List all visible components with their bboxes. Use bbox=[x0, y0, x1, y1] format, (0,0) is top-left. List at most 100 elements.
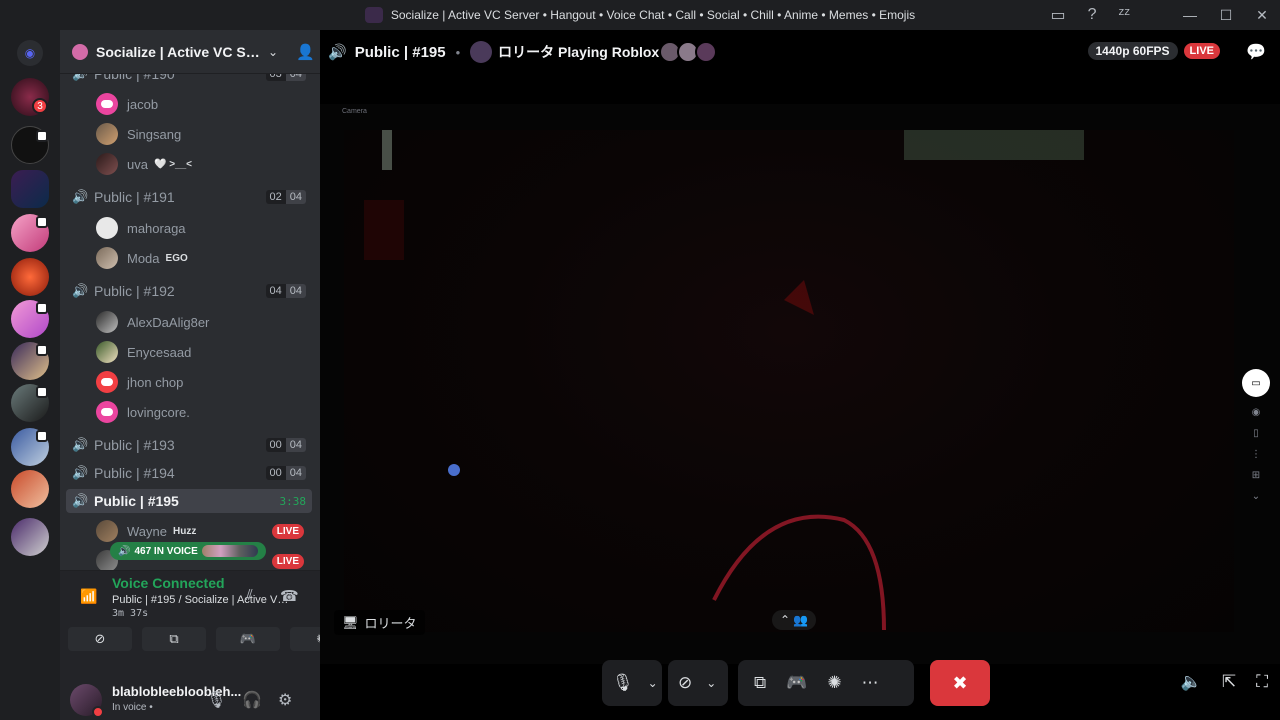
channel-timer: 3:38 bbox=[279, 494, 307, 508]
show-participants-toggle[interactable]: ⌃ 👥 bbox=[772, 610, 817, 630]
fullscreen-icon[interactable]: ⛶ bbox=[1256, 672, 1268, 692]
voice-user[interactable]: Singsang bbox=[96, 120, 312, 148]
server-header[interactable]: Socialize | Active VC Server ⌄ 👤 bbox=[60, 30, 320, 74]
voice-channel-193[interactable]: 🔊 Public | #193 00 04 bbox=[66, 433, 312, 457]
voice-channel-195[interactable]: 🔊 Public | #195 3:38 bbox=[66, 489, 312, 513]
voice-channel-link[interactable]: Public | #195 / Socialize | Active VC... bbox=[112, 594, 292, 606]
avatar-stack bbox=[201, 545, 258, 557]
speaker-icon: 🔊 bbox=[72, 283, 89, 298]
voice-connection-panel: 📶 Voice Connected Public | #195 / Social… bbox=[60, 570, 320, 678]
side-toolbar: ▭ ◉ ▯ ⋮ ⊞ ⌄ bbox=[1242, 369, 1270, 502]
server-icon[interactable] bbox=[11, 258, 49, 296]
mic-control-group: 🎙 ⌄ bbox=[602, 660, 662, 706]
server-folder-icon[interactable] bbox=[11, 518, 49, 556]
user-limit-counter: 00 04 bbox=[265, 466, 306, 480]
grid-icon[interactable]: ⊞ bbox=[1252, 470, 1260, 481]
voice-user[interactable]: jhon chop bbox=[96, 368, 312, 396]
activity-status: ロリータ Playing Roblox bbox=[498, 44, 660, 60]
server-icon[interactable] bbox=[11, 470, 49, 508]
voice-user[interactable]: lovingcore. bbox=[96, 398, 312, 426]
voice-user[interactable]: Moda EGO bbox=[96, 244, 312, 272]
close-window-button[interactable]: ✕ bbox=[1244, 0, 1280, 30]
server-icon-active[interactable] bbox=[11, 170, 49, 208]
voice-user[interactable]: mahoraga bbox=[96, 214, 312, 242]
voice-channel-192[interactable]: 🔊 Public | #192 04 04 bbox=[66, 279, 312, 303]
window-controls: — ☐ ✕ bbox=[1172, 0, 1280, 30]
chevron-down-icon[interactable]: ⌄ bbox=[706, 676, 716, 690]
record-icon[interactable]: ▭ bbox=[1242, 369, 1270, 397]
unread-indicator bbox=[36, 302, 48, 314]
disconnect-icon[interactable]: ☎ bbox=[280, 587, 299, 605]
avatar bbox=[96, 311, 118, 333]
avatar bbox=[96, 371, 118, 393]
microphone-icon[interactable]: 🎙 bbox=[206, 690, 226, 710]
voice-status[interactable]: Voice Connected bbox=[112, 575, 225, 591]
screen-share-icon[interactable]: ⧉ bbox=[754, 673, 766, 693]
user-limit: 04 bbox=[285, 284, 306, 298]
mention-badge: 3 bbox=[32, 98, 48, 114]
screen-icon: 🖥 bbox=[342, 614, 359, 630]
unread-indicator bbox=[36, 386, 48, 398]
soundboard-button[interactable]: ✺ bbox=[290, 627, 320, 651]
microphone-icon[interactable]: 🎙 bbox=[612, 673, 634, 693]
voice-user[interactable]: Wayne Huzz LIVE bbox=[96, 517, 312, 545]
avatar bbox=[96, 123, 118, 145]
activities-icon[interactable]: 🎮 bbox=[786, 673, 807, 693]
sleep-icon[interactable]: ᶻᶻ bbox=[1119, 6, 1130, 24]
channel-name: Public | #193 bbox=[94, 437, 175, 453]
disconnect-call-button[interactable]: ✖ bbox=[930, 660, 990, 706]
more-options-icon[interactable]: ⋯ bbox=[862, 673, 879, 693]
user-display-name[interactable]: blablobleebloobleh... bbox=[112, 684, 248, 699]
invite-people-icon[interactable]: 👤 bbox=[296, 43, 315, 61]
avatar bbox=[695, 41, 718, 63]
pop-out-icon[interactable]: ⇱ bbox=[1222, 672, 1236, 692]
voice-user[interactable]: Enycesaad bbox=[96, 338, 312, 366]
avatar bbox=[96, 217, 118, 239]
video-stream[interactable]: Camera 🖥 ロリータ ⌃ 👥 ▭ ◉ ▯ ⋮ ⊞ ⌄ bbox=[320, 104, 1280, 664]
user-count: 02 bbox=[265, 190, 286, 204]
streamer-avatar bbox=[470, 41, 493, 63]
volume-icon[interactable]: 🔈 bbox=[1181, 672, 1202, 692]
soundboard-icon[interactable]: ✺ bbox=[827, 673, 841, 693]
voice-channel-191[interactable]: 🔊 Public | #191 02 04 bbox=[66, 185, 312, 209]
voice-channel-194[interactable]: 🔊 Public | #194 00 04 bbox=[66, 461, 312, 485]
avatar bbox=[96, 341, 118, 363]
chevron-down-icon[interactable]: ⌄ bbox=[648, 676, 658, 690]
settings-gear-icon[interactable]: ⚙ bbox=[278, 690, 292, 710]
document-icon[interactable]: ▯ bbox=[1253, 428, 1259, 439]
camera-icon[interactable]: ◉ bbox=[1252, 407, 1261, 418]
in-voice-pill[interactable]: 🔊 467 IN VOICE bbox=[110, 542, 266, 560]
signal-icon[interactable]: 📶 bbox=[80, 588, 97, 605]
maximize-button[interactable]: ☐ bbox=[1208, 0, 1244, 30]
camera-off-button[interactable]: ⊘ bbox=[68, 627, 132, 651]
participant-avatars[interactable] bbox=[659, 41, 718, 63]
stream-name-tag: 🖥 ロリータ bbox=[334, 610, 425, 635]
unread-indicator bbox=[36, 344, 48, 356]
voice-user[interactable]: jacob bbox=[96, 90, 312, 118]
user-name: Wayne bbox=[127, 523, 167, 539]
title-bar: Socialize | Active VC Server • Hangout •… bbox=[0, 0, 1280, 30]
activities-button[interactable]: 🎮 bbox=[216, 627, 280, 651]
quality-badge[interactable]: 1440p 60FPS bbox=[1087, 42, 1178, 60]
stream-stage: 🔊 Public | #195 • ロリータ Playing Roblox 14… bbox=[320, 30, 1280, 720]
filter-icon[interactable]: ⋮ bbox=[1251, 449, 1261, 460]
chat-bubble-icon[interactable]: 💬 bbox=[1246, 42, 1266, 62]
inbox-icon[interactable]: ▭ bbox=[1051, 5, 1066, 25]
speaker-icon: 🔊 bbox=[328, 44, 347, 61]
user-limit: 04 bbox=[285, 438, 306, 452]
speaker-icon: 🔊 bbox=[72, 189, 89, 204]
noise-suppression-icon[interactable]: ⫽ bbox=[246, 587, 253, 604]
user-name: Moda bbox=[127, 250, 160, 266]
screen-share-button[interactable]: ⧉ bbox=[142, 627, 206, 651]
chevron-down-icon[interactable]: ⌄ bbox=[1252, 491, 1260, 502]
minimize-button[interactable]: — bbox=[1172, 0, 1208, 30]
in-voice-count: 467 IN VOICE bbox=[134, 545, 198, 557]
help-icon[interactable]: ? bbox=[1088, 6, 1097, 24]
discord-home-icon[interactable]: ◉ bbox=[17, 40, 43, 66]
voice-user[interactable]: AlexDaAlig8er bbox=[96, 308, 312, 336]
camera-off-icon[interactable]: ⊘ bbox=[678, 673, 692, 693]
voice-user[interactable]: uva 🤍 >__< bbox=[96, 150, 312, 178]
headphones-icon[interactable]: 🎧 bbox=[242, 690, 262, 710]
chevron-down-icon[interactable]: ⌄ bbox=[268, 45, 278, 59]
titlebar-tools: ▭ ? ᶻᶻ bbox=[1051, 0, 1131, 30]
